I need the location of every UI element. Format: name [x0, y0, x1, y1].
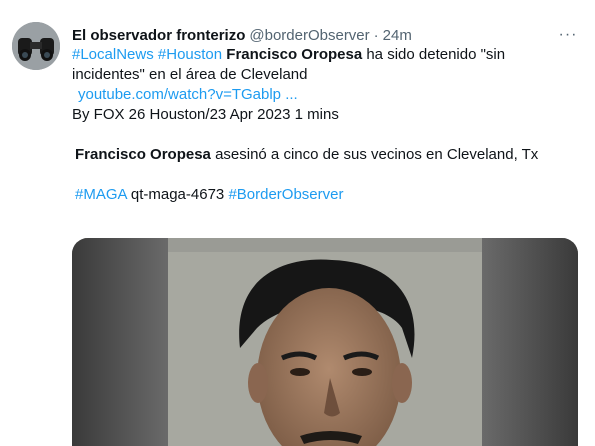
- tweet-header: El observador fronterizo @borderObserver…: [72, 24, 412, 46]
- bold-name: Francisco Oropesa: [226, 46, 363, 63]
- text-line-tags: #MAGA qt-maga-4673 #BorderObserver: [72, 185, 572, 205]
- hashtag-localnews[interactable]: #LocalNews: [72, 46, 154, 63]
- tweet-text: #LocalNews #Houston Francisco Oropesa ha…: [72, 45, 572, 205]
- tweet-media-photo[interactable]: [72, 238, 578, 446]
- hashtag-maga[interactable]: #MAGA: [75, 186, 127, 203]
- text-fragment-2: asesinó a cinco de sus vecinos en Clevel…: [215, 146, 539, 163]
- more-options-icon[interactable]: ···: [557, 24, 579, 46]
- timestamp[interactable]: 24m: [383, 27, 412, 44]
- separator-dot: ·: [373, 26, 379, 44]
- tag-middle-text: qt-maga-4673: [130, 186, 225, 203]
- text-line-1: #LocalNews #Houston Francisco Oropesa ha…: [72, 45, 572, 65]
- profile-avatar[interactable]: [12, 22, 60, 70]
- display-name[interactable]: El observador fronterizo: [72, 27, 245, 44]
- text-line-para2: Francisco Oropesa asesinó a cinco de sus…: [72, 145, 572, 165]
- byline: By FOX 26 Houston/23 Apr 2023 1 mins: [72, 106, 339, 123]
- hashtag-borderobserver[interactable]: #BorderObserver: [228, 186, 343, 203]
- youtube-link[interactable]: youtube.com/watch?v=TGablp ...: [78, 86, 298, 103]
- mugshot-photo-icon: [72, 238, 578, 446]
- tweet-card[interactable]: El observador fronterizo @borderObserver…: [0, 0, 595, 446]
- user-handle[interactable]: @borderObserver: [249, 27, 369, 44]
- bold-name-2: Francisco Oropesa: [75, 146, 211, 163]
- binoculars-icon: [12, 22, 60, 70]
- text-fragment: ha sido detenido "sin: [366, 46, 506, 63]
- hashtag-houston[interactable]: #Houston: [158, 46, 222, 63]
- text-line-3: youtube.com/watch?v=TGablp ...: [72, 85, 572, 105]
- blank-line-2: [72, 165, 572, 185]
- text-line-2: incidentes" en el área de Cleveland: [72, 66, 308, 83]
